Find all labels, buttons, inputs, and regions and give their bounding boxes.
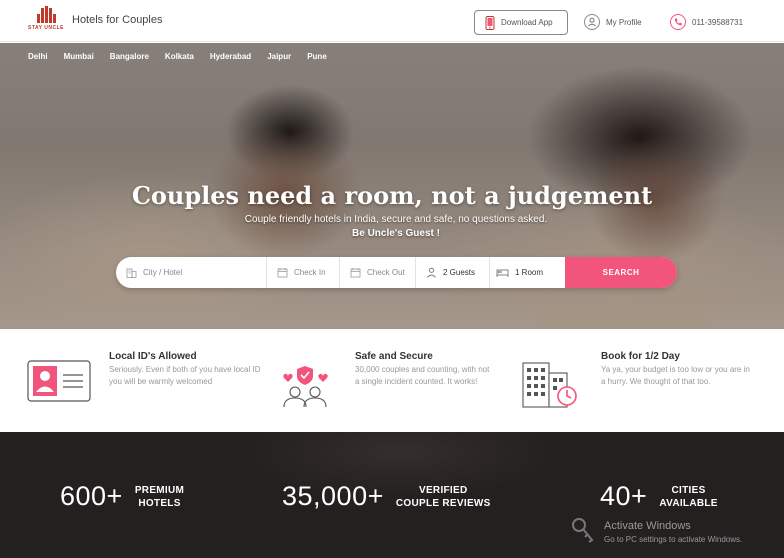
building-icon: [126, 268, 137, 278]
feature-half-day: Book for 1/2 Day Ya ya, your budget is t…: [601, 351, 751, 388]
features-section: Local ID's Allowed Seriously. Even if bo…: [0, 329, 784, 432]
key-icon: [572, 518, 594, 543]
phone-icon: [485, 15, 495, 30]
stat-label: PREMIUM HOTELS: [135, 484, 184, 510]
stat-number: 40+: [600, 481, 648, 511]
feature-local-id: Local ID's Allowed Seriously. Even if bo…: [109, 351, 264, 388]
bed-icon: [496, 269, 509, 277]
download-app-label: Download App: [501, 18, 553, 27]
search-button[interactable]: SEARCH: [565, 257, 677, 288]
stat-hotels: 600+ PREMIUM HOTELS: [60, 481, 184, 512]
site-header: STAY UNCLE Hotels for Couples Download A…: [0, 0, 784, 42]
feature-safe-secure: Safe and Secure 30,000 couples and count…: [355, 351, 495, 388]
person-icon: [427, 267, 436, 278]
hero-subtitle: Couple friendly hotels in India, secure …: [244, 214, 548, 225]
logo-mark: [35, 6, 57, 23]
stat-number: 600+: [60, 481, 123, 511]
city-hotel-placeholder: City / Hotel: [143, 268, 183, 277]
user-icon: [584, 14, 600, 30]
city-link-kolkata[interactable]: Kolkata: [165, 52, 194, 61]
couple-shield-icon: [283, 366, 328, 408]
feature-title: Safe and Secure: [355, 351, 433, 362]
feature-body: 30,000 couples and counting, with not a …: [355, 365, 490, 386]
city-link-bangalore[interactable]: Bangalore: [110, 52, 149, 61]
check-in-input[interactable]: Check In: [267, 257, 340, 288]
city-hotel-input[interactable]: City / Hotel: [116, 257, 267, 288]
stat-number: 35,000+: [282, 481, 384, 511]
guests-selector[interactable]: 2 Guests: [416, 257, 490, 288]
stat-label-line2: HOTELS: [138, 497, 181, 509]
rooms-selector[interactable]: 1 Room: [490, 257, 565, 288]
my-profile-link[interactable]: My Profile: [584, 14, 642, 30]
stat-label-line1: PREMIUM: [134, 484, 185, 496]
calendar-icon: [277, 268, 288, 278]
check-in-placeholder: Check In: [294, 268, 326, 277]
activate-windows-title: Activate Windows: [604, 520, 691, 532]
stat-label-line1: VERIFIED: [418, 484, 468, 496]
activate-windows-hint: Go to PC settings to activate Windows.: [604, 535, 743, 544]
calendar-icon: [350, 268, 361, 278]
city-link-jaipur[interactable]: Jaipur: [267, 52, 291, 61]
stat-label-line2: COUPLE REVIEWS: [395, 497, 491, 509]
phone-number-label: 011-39588731: [692, 17, 744, 27]
city-link-pune[interactable]: Pune: [307, 52, 327, 61]
check-out-placeholder: Check Out: [367, 268, 405, 277]
feature-title: Local ID's Allowed: [109, 351, 197, 362]
hero-title: Couples need a room, not a judgement: [131, 181, 653, 210]
stat-reviews: 35,000+ VERIFIED COUPLE REVIEWS: [282, 481, 491, 512]
phone-number-link[interactable]: 011-39588731: [670, 14, 743, 30]
city-link-delhi[interactable]: Delhi: [28, 52, 48, 61]
brand-tagline: Hotels for Couples: [72, 14, 163, 26]
hotel-clock-icon: [522, 362, 577, 408]
stat-label: VERIFIED COUPLE REVIEWS: [396, 484, 491, 510]
feature-title: Book for 1/2 Day: [601, 351, 680, 362]
stat-label: CITIES AVAILABLE: [659, 484, 717, 510]
stat-label-line1: CITIES: [671, 484, 706, 496]
call-icon: [670, 14, 686, 30]
guests-value: 2 Guests: [443, 268, 476, 277]
check-out-input[interactable]: Check Out: [340, 257, 416, 288]
stat-label-line2: AVAILABLE: [659, 497, 718, 509]
city-link-hyderabad[interactable]: Hyderabad: [210, 52, 251, 61]
hero-banner: Delhi Mumbai Bangalore Kolkata Hyderabad…: [0, 43, 784, 329]
id-card-icon: [27, 360, 91, 402]
logo-text: STAY UNCLE: [27, 25, 65, 31]
hotel-search-bar: City / Hotel Check In Check Out 2 Guests…: [116, 257, 677, 288]
hero-subtitle-bold: Be Uncle's Guest !: [352, 228, 440, 239]
download-app-button[interactable]: Download App: [474, 10, 568, 35]
stat-cities: 40+ CITIES AVAILABLE: [600, 481, 718, 512]
logo[interactable]: STAY UNCLE: [28, 6, 64, 36]
feature-body: Ya ya, your budget is too low or you are…: [601, 365, 750, 386]
city-nav: Delhi Mumbai Bangalore Kolkata Hyderabad…: [28, 52, 327, 61]
rooms-value: 1 Room: [515, 268, 544, 277]
feature-body: Seriously. Even if both of you have loca…: [109, 365, 261, 386]
my-profile-label: My Profile: [606, 17, 642, 27]
city-link-mumbai[interactable]: Mumbai: [64, 52, 94, 61]
